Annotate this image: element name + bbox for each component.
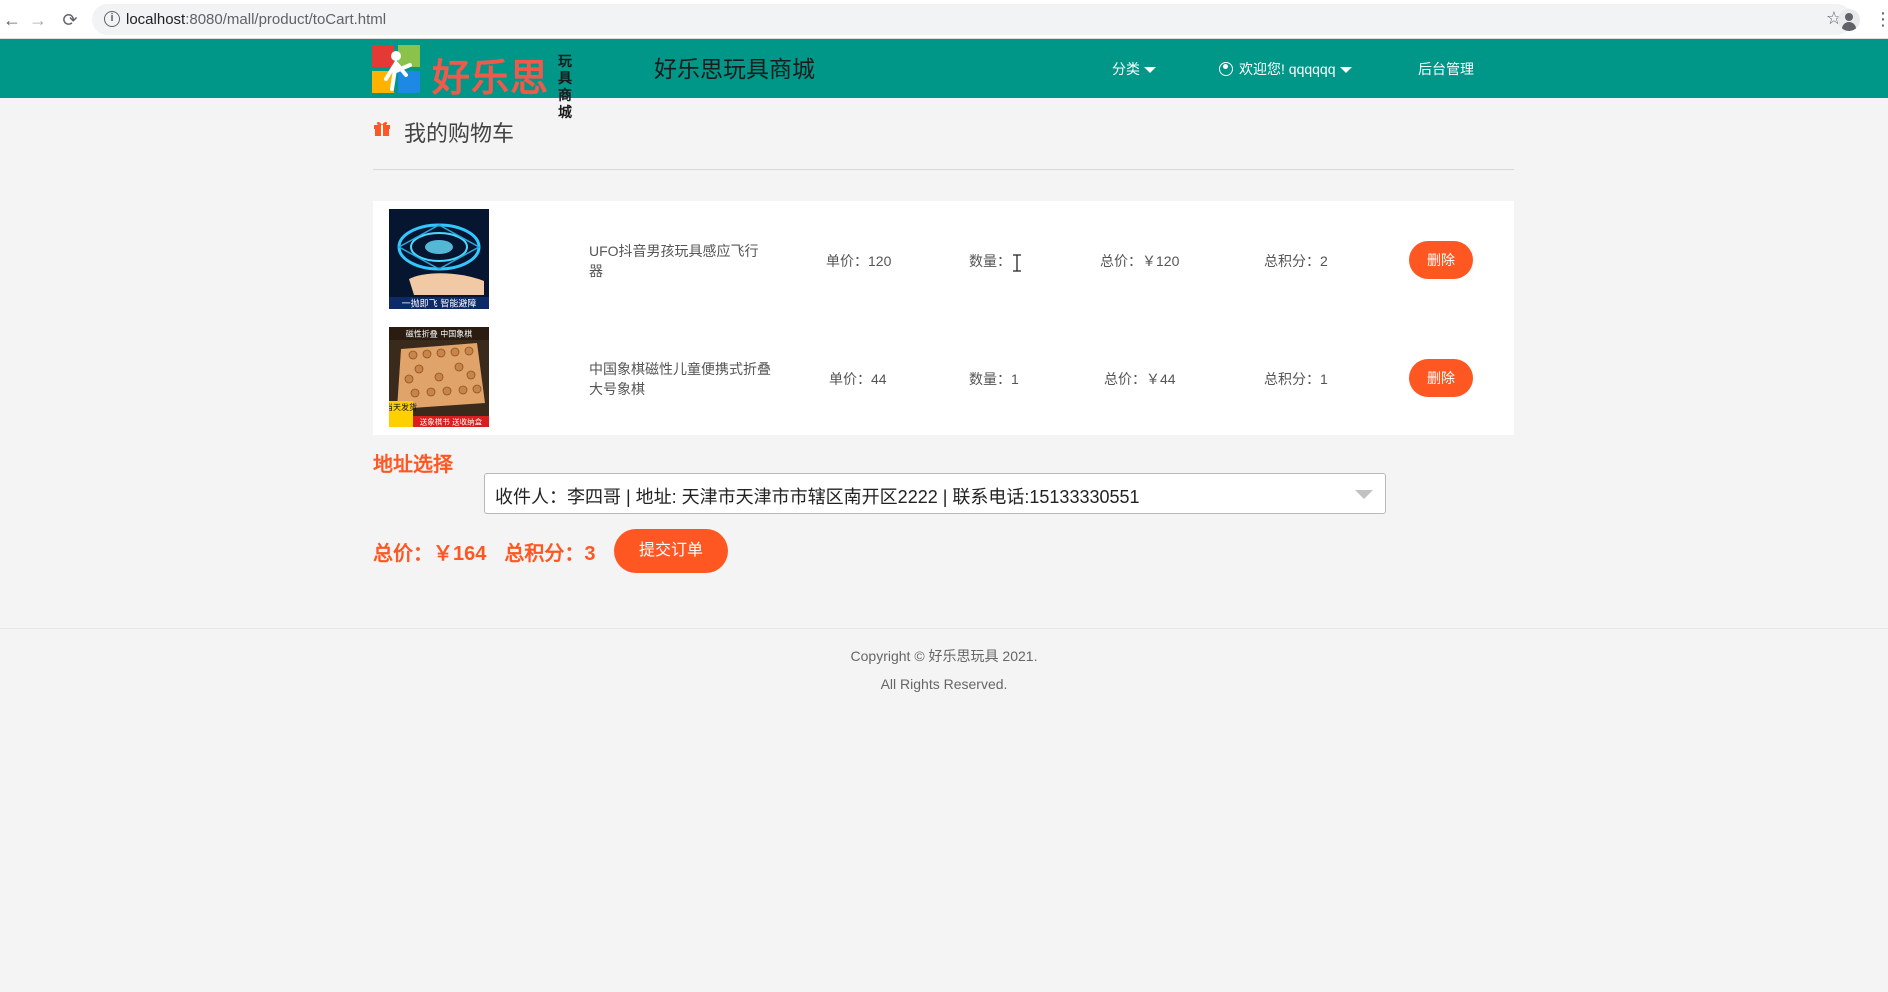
product-image-chess[interactable]: 磁性折叠 中国象棋 当天发货 送象棋书 送收纳盒	[389, 327, 489, 427]
nav-user-dropdown[interactable]: 欢迎您! qqqqqq	[1219, 59, 1352, 79]
chevron-down-icon	[1355, 490, 1373, 499]
nav-admin-link[interactable]: 后台管理	[1418, 59, 1474, 79]
item-points: 总积分：2	[1264, 253, 1328, 269]
reload-icon[interactable]: ⟳	[58, 8, 82, 32]
delete-button[interactable]: 删除	[1409, 241, 1473, 279]
url-path: :8080/mall/product/toCart.html	[185, 11, 387, 28]
order-points: 总积分：3	[504, 543, 596, 565]
user-icon	[1219, 62, 1233, 76]
copyright-prefix: Copyright ©	[850, 648, 929, 664]
thumb-caption-left: 当天发货	[389, 402, 417, 412]
item-total: 总价：￥44	[1104, 371, 1176, 387]
item-points: 总积分：1	[1264, 371, 1328, 387]
thumb-caption: 一抛即飞 智能避障	[402, 298, 477, 310]
thumb-caption-top: 磁性折叠 中国象棋	[406, 329, 473, 339]
divider	[373, 169, 1514, 170]
address-selected-value: 收件人：李四哥 | 地址: 天津市天津市市辖区南开区2222 | 联系电话:15…	[495, 487, 1140, 507]
quantity-field[interactable]: 数量：1	[969, 369, 1019, 389]
item-total: 总价：￥120	[1100, 253, 1180, 269]
thumb-caption-bottom: 送象棋书 送收纳盒	[420, 417, 483, 427]
footer-copyright: Copyright © 好乐思玩具 2021.	[0, 646, 1888, 666]
order-total: 总价：￥164	[373, 543, 487, 565]
site-title: 好乐思玩具商城	[654, 56, 815, 82]
order-summary: 总价：￥164 总积分：3	[373, 537, 596, 566]
address-label: 地址选择	[373, 454, 453, 476]
unit-price: 单价：44	[829, 371, 887, 387]
text-cursor-icon	[1013, 254, 1021, 272]
page-title: 我的购物车	[404, 121, 515, 146]
product-image-ufo[interactable]: 一抛即飞 智能避障	[389, 209, 489, 309]
copyright-suffix: 2021.	[998, 648, 1038, 664]
footer-rights: All Rights Reserved.	[880, 676, 1008, 692]
submit-order-button[interactable]: 提交订单	[614, 529, 728, 573]
site-info-icon[interactable]: i	[104, 11, 120, 27]
footer-divider	[0, 628, 1888, 629]
quantity-field[interactable]: 数量：	[969, 251, 1011, 271]
address-bar[interactable]: i localhost:8080/mall/product/toCart.htm…	[92, 4, 1852, 35]
nav-user-label: 欢迎您! qqqqqq	[1239, 61, 1336, 77]
chevron-down-icon	[1339, 67, 1352, 74]
chess-board-image: 磁性折叠 中国象棋 当天发货 送象棋书 送收纳盒	[389, 327, 489, 427]
profile-avatar-icon[interactable]	[1838, 9, 1860, 31]
logo-subtext: 玩具商城	[558, 53, 578, 120]
cart-list: 一抛即飞 智能避障 UFO抖音男孩玩具感应飞行器 单价：120 数量： 总价：￥…	[373, 201, 1514, 435]
unit-price: 单价：120	[826, 253, 892, 269]
ufo-drone-image: 一抛即飞 智能避障	[389, 209, 489, 309]
url-text[interactable]: localhost:8080/mall/product/toCart.html	[126, 11, 386, 28]
site-header: 好乐思 玩具商城 好乐思玩具商城 分类 欢迎您! qqqqqq 后台管理	[0, 39, 1888, 120]
back-icon[interactable]: ←	[0, 8, 24, 32]
product-name[interactable]: UFO抖音男孩玩具感应飞行器	[589, 241, 771, 281]
url-host: localhost	[126, 11, 186, 28]
browser-menu-icon[interactable]: ⋮	[1874, 9, 1888, 29]
address-select[interactable]: 收件人：李四哥 | 地址: 天津市天津市市辖区南开区2222 | 联系电话:15…	[484, 473, 1386, 514]
site-logo[interactable]: 好乐思 玩具商城	[372, 45, 598, 120]
product-name[interactable]: 中国象棋磁性儿童便携式折叠大号象棋	[589, 359, 771, 399]
forward-icon[interactable]: →	[26, 8, 50, 32]
browser-toolbar: ← → ⟳ i localhost:8080/mall/product/toCa…	[0, 0, 1888, 39]
nav-category-label: 分类	[1112, 61, 1140, 77]
cart-item: 磁性折叠 中国象棋 当天发货 送象棋书 送收纳盒 中国象棋磁性儿童便携式折叠大号…	[373, 319, 1514, 437]
chevron-down-icon	[1144, 67, 1156, 74]
delete-button[interactable]: 删除	[1409, 359, 1473, 397]
cart-item: 一抛即飞 智能避障 UFO抖音男孩玩具感应飞行器 单价：120 数量： 总价：￥…	[373, 201, 1514, 319]
nav-category-dropdown[interactable]: 分类	[1112, 59, 1156, 79]
gift-icon	[374, 121, 390, 136]
logo-mark-icon	[372, 45, 420, 93]
logo-text: 好乐思	[432, 56, 550, 100]
footer-brand-link[interactable]: 好乐思玩具	[929, 648, 999, 664]
